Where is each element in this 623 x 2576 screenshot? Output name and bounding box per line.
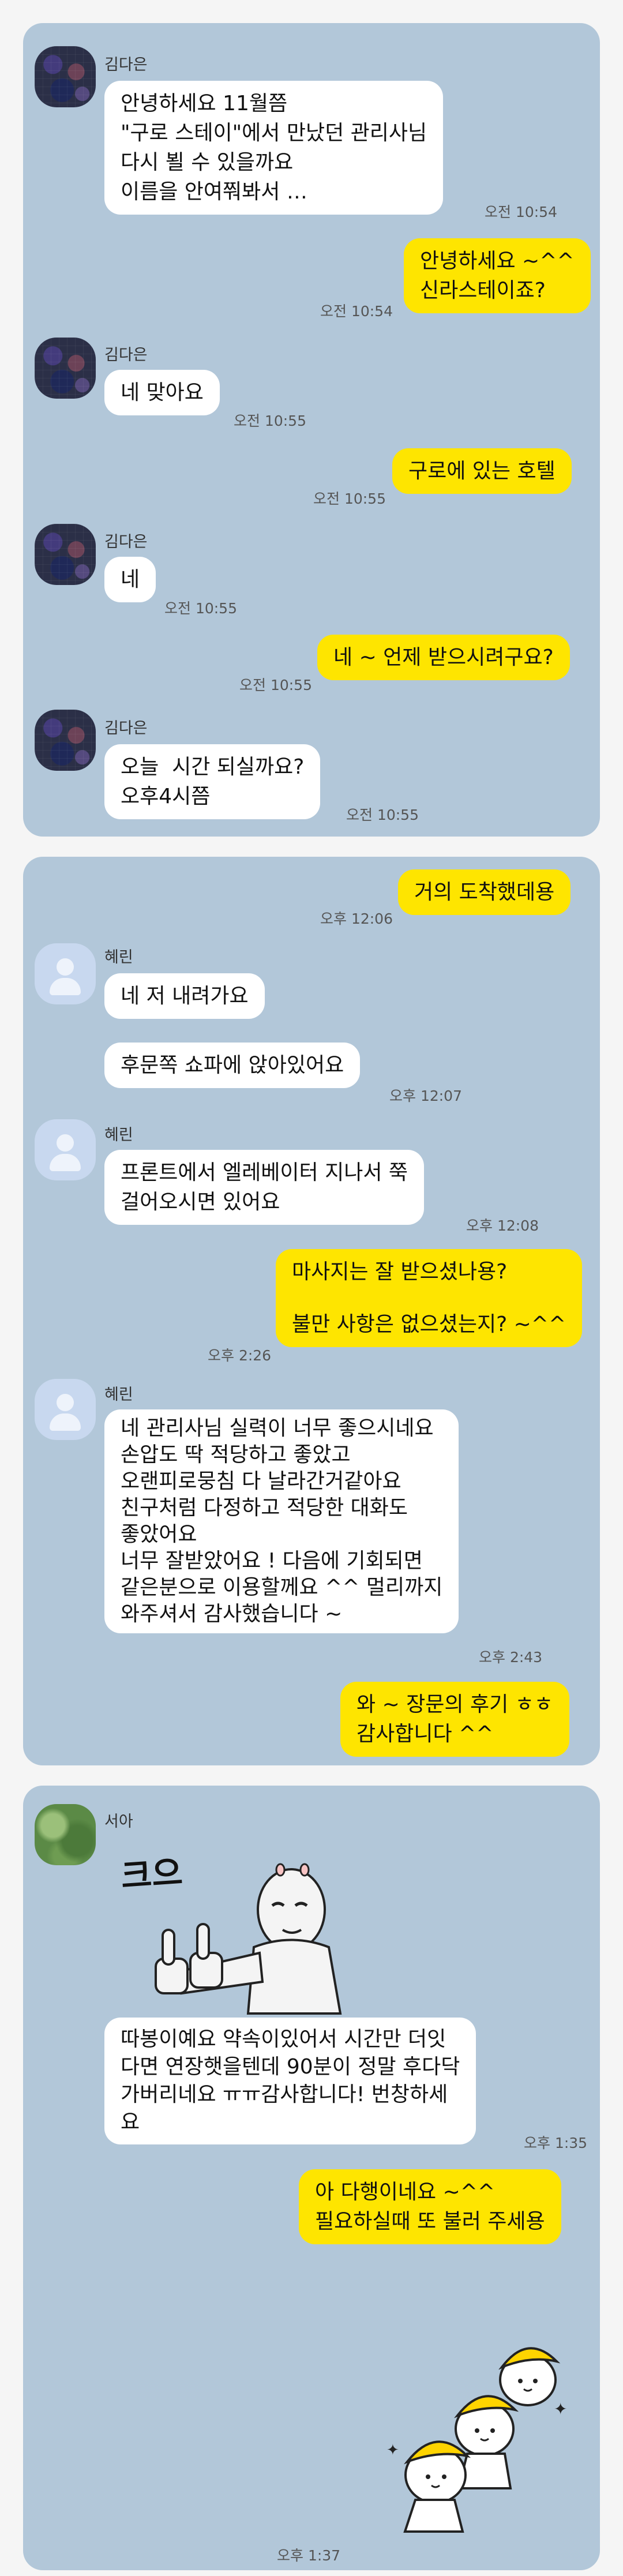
- sender-name: 혜린: [104, 1386, 133, 1404]
- message-bubble-out[interactable]: 네 ~ 언제 받으시려구요?: [317, 635, 570, 680]
- timestamp: 오후 2:26: [208, 1347, 272, 1364]
- avatar[interactable]: [35, 943, 96, 1004]
- svg-text:✦: ✦: [554, 2399, 567, 2418]
- message-bubble-out[interactable]: 거의 도착했데용: [398, 869, 571, 915]
- timestamp: 오후 12:07: [389, 1088, 462, 1104]
- timestamp: 오전 10:55: [239, 677, 312, 693]
- timestamp: 오전 10:55: [346, 807, 419, 823]
- timestamp: 오전 10:55: [313, 490, 386, 507]
- message-bubble-out[interactable]: 마사지는 잘 받으셨나용? 불만 사항은 없으셨는지? ~^^: [276, 1249, 583, 1347]
- cheering-characters-sticker[interactable]: ✦ ✦: [381, 2316, 577, 2536]
- timestamp: 오후 1:37: [277, 2547, 341, 2564]
- avatar[interactable]: [35, 1804, 96, 1865]
- sender-name: 김다은: [104, 719, 148, 737]
- message-bubble-in[interactable]: 프론트에서 엘레베이터 지나서 쭉 걸어오시면 있어요: [104, 1150, 425, 1225]
- chat-panel-1: 김다은 안녕하세요 11월쯤 "구로 스테이"에서 만났던 관리사님 다시 뵐 …: [23, 23, 600, 837]
- message-bubble-in[interactable]: 네 관리사님 실력이 너무 좋으시네요 손압도 딱 적당하고 좋았고 오랜피로뭉…: [104, 1409, 459, 1633]
- sender-name: 김다은: [104, 533, 148, 551]
- sender-name: 김다은: [104, 56, 148, 74]
- timestamp: 오전 10:55: [164, 600, 237, 617]
- timestamp: 오후 12:08: [466, 1217, 539, 1234]
- sender-name: 서아: [104, 1813, 133, 1831]
- message-bubble-in[interactable]: 오늘 시간 되실까요? 오후4시쯤: [104, 744, 321, 819]
- message-bubble-in[interactable]: 후문쪽 쇼파에 앉아있어요: [104, 1043, 361, 1088]
- timestamp: 오후 1:35: [524, 2135, 588, 2151]
- timestamp: 오전 10:54: [485, 204, 557, 220]
- chat-panel-3: 서아 크으 따봉이예요 약속이있어서 시간만 더잇 다면 연장햇을텐데 90분이…: [23, 1786, 600, 2570]
- message-bubble-in[interactable]: 네 맞아요: [104, 370, 220, 415]
- svg-text:✦: ✦: [386, 2442, 399, 2459]
- avatar[interactable]: [35, 338, 96, 399]
- sender-name: 혜린: [104, 1126, 133, 1144]
- avatar[interactable]: [35, 710, 96, 771]
- thumbs-up-sticker[interactable]: 크으: [110, 1843, 363, 2016]
- message-bubble-in[interactable]: 네 저 내려가요: [104, 973, 265, 1019]
- timestamp: 오후 12:06: [320, 910, 393, 927]
- message-bubble-out[interactable]: 아 다행이네요 ~^^ 필요하실때 또 불러 주세용: [299, 2169, 561, 2244]
- message-bubble-out[interactable]: 와 ~ 장문의 후기 ㅎㅎ 감사합니다 ^^: [340, 1682, 569, 1757]
- sender-name: 혜린: [104, 948, 133, 966]
- avatar[interactable]: [35, 46, 96, 107]
- message-bubble-out[interactable]: 구로에 있는 호텔: [392, 448, 572, 494]
- sender-name: 김다은: [104, 346, 148, 364]
- message-bubble-in[interactable]: 네: [104, 557, 156, 602]
- avatar[interactable]: [35, 524, 96, 585]
- message-bubble-in[interactable]: 안녕하세요 11월쯤 "구로 스테이"에서 만났던 관리사님 다시 뵐 수 있을…: [104, 81, 444, 215]
- timestamp: 오전 10:55: [234, 413, 306, 429]
- avatar[interactable]: [35, 1119, 96, 1180]
- avatar[interactable]: [35, 1379, 96, 1440]
- message-bubble-out[interactable]: 안녕하세요 ~^^ 신라스테이죠?: [404, 238, 591, 313]
- sticker-caption: 크으: [119, 1853, 183, 1896]
- chat-panel-2: 거의 도착했데용 오후 12:06 혜린 네 저 내려가요 후문쪽 쇼파에 앉아…: [23, 857, 600, 1765]
- timestamp: 오전 10:54: [320, 303, 393, 320]
- message-bubble-in[interactable]: 따봉이예요 약속이있어서 시간만 더잇 다면 연장햇을텐데 90분이 정말 후다…: [104, 2018, 476, 2144]
- timestamp: 오후 2:43: [479, 1649, 543, 1666]
